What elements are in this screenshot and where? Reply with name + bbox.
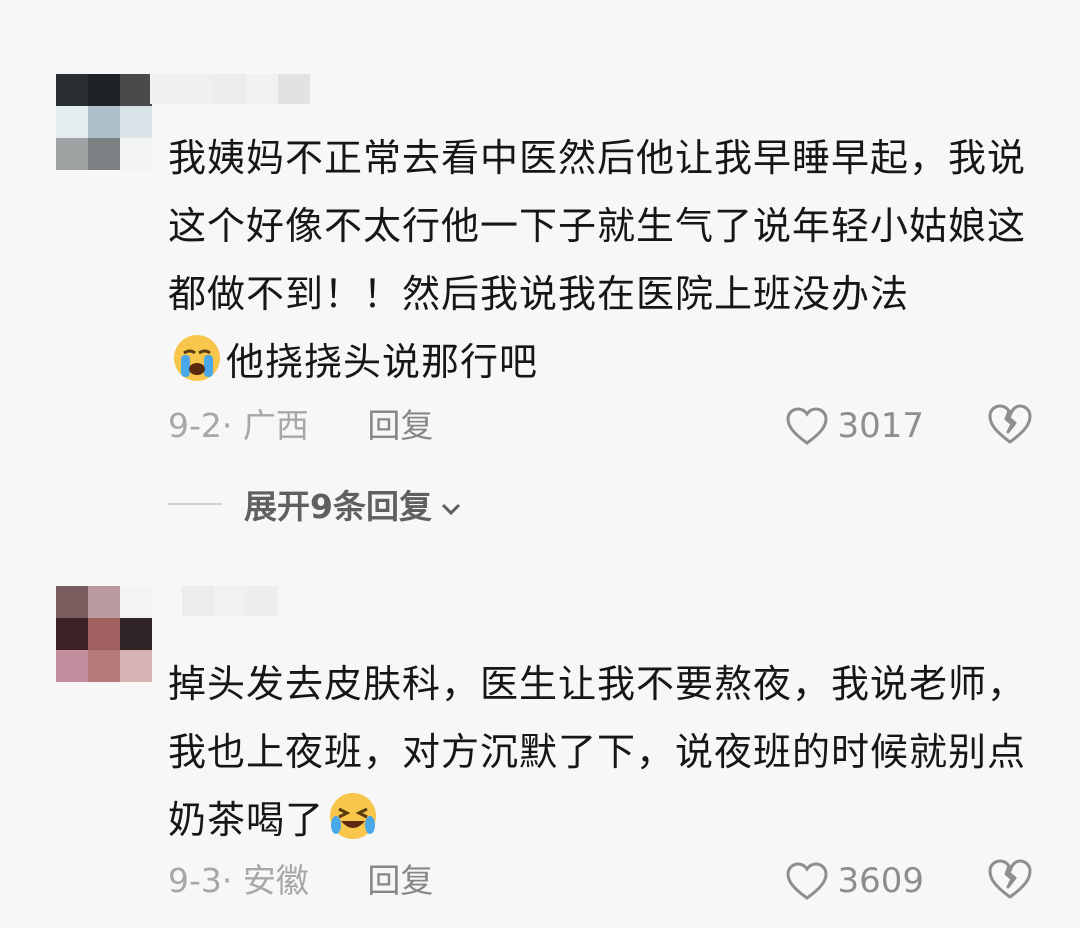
laughing-crying-face-emoji [328, 791, 378, 841]
username-blurred[interactable] [182, 586, 278, 616]
comment-meta: 9-3· 安徽 回复 [168, 861, 434, 900]
broken-heart-icon[interactable] [986, 402, 1034, 450]
comment-text: 我姨妈不正常去看中医然后他让我早睡早起，我说这个好像不太行他一下子就生气了说年轻… [168, 136, 1027, 384]
like-count: 3609 [837, 861, 924, 901]
heart-icon [785, 861, 829, 901]
avatar[interactable] [56, 586, 152, 682]
broken-heart-icon[interactable] [986, 857, 1034, 905]
chevron-down-icon [440, 485, 462, 524]
comment-location: 广西 [242, 406, 309, 445]
expand-replies-button[interactable]: 展开9条回复 [168, 482, 462, 526]
heart-icon [785, 406, 829, 446]
avatar[interactable] [56, 74, 152, 170]
username-blurred[interactable] [150, 74, 310, 104]
like-button[interactable]: 3609 [785, 859, 924, 903]
comment-text: 掉头发去皮肤科，医生让我不要熬夜，我说老师，我也上夜班，对方沉默了下，说夜班的时… [168, 662, 1027, 842]
comment-location: 安徽 [242, 861, 309, 900]
reply-button[interactable]: 回复 [367, 861, 433, 900]
like-button[interactable]: 3017 [785, 404, 924, 448]
reply-button[interactable]: 回复 [367, 406, 433, 445]
like-count: 3017 [837, 406, 924, 446]
crying-face-emoji [172, 333, 222, 383]
comment-date: 9-2 [168, 406, 222, 445]
divider-line [168, 503, 222, 505]
comment-date: 9-3 [168, 861, 222, 900]
comment-meta: 9-2· 广西 回复 [168, 406, 434, 445]
